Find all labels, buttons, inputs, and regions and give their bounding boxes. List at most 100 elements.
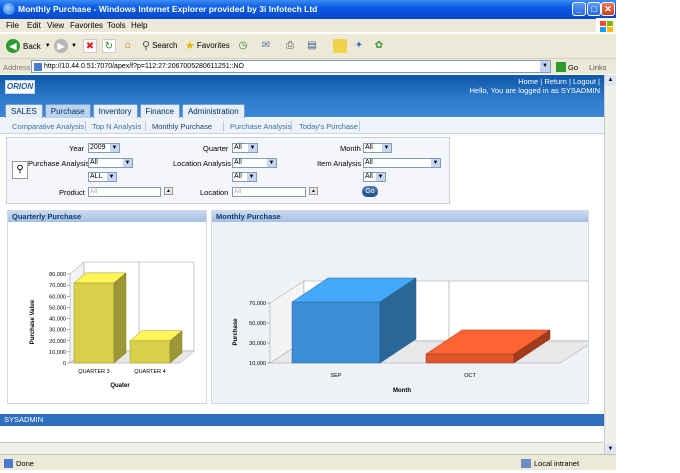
search-magnifier-icon[interactable]: ⚲ [12,161,28,179]
links-button[interactable]: Links [589,63,607,72]
window-title: Monthly Purchase - Windows Internet Expl… [18,4,318,14]
quarterly-ytick-label: 30,000 [49,328,66,334]
address-input[interactable]: http://10.44.0.51:7070/apex/f?p=112:27:2… [31,60,551,73]
tab-inventory[interactable]: Inventory [92,104,138,118]
tab-finance[interactable]: Finance [139,104,180,118]
monthly-bar-sep-front [291,301,381,364]
favorites-button[interactable]: ★ Favorites [185,39,230,52]
subtab-top-n-analysis[interactable]: Top N Analysis [92,122,141,131]
mail-icon[interactable]: ✉ [259,39,273,53]
quarterly-x-axis-label: Quater [110,383,130,389]
menu-favorites[interactable]: Favorites [70,21,103,30]
location-analysis-select[interactable]: All ▼ [232,158,277,168]
item-analysis-sub-select[interactable]: All ▼ [363,172,386,182]
quarterly-ytick-label: 20,000 [49,339,66,345]
quarterly-y-axis-label: Purchase Value [30,299,36,344]
forward-arrow-icon: ▶ [54,39,68,53]
quarterly-bar-1-front [73,282,115,364]
status-zone: Local intranet [521,459,579,468]
tab-sales[interactable]: SALES [5,104,43,118]
go-filter-button[interactable]: Go [362,186,378,197]
tab-purchase[interactable]: Purchase [44,104,91,118]
horizontal-scrollbar[interactable] [0,442,604,454]
return-link[interactable]: Return [544,77,567,86]
forward-button[interactable]: ▶ ▼ [54,39,77,53]
monthly-ytick-label: 70,000 [249,301,266,307]
purchase-analysis-sub-select[interactable]: ALL ▼ [88,172,117,182]
edit-icon[interactable]: ▤ [305,39,319,53]
product-lov-icon[interactable]: ▲ [164,187,173,195]
item-analysis-select[interactable]: All ▼ [363,158,441,168]
quarterly-category-label: QUARTER 4 [134,369,165,375]
subtab-todays-purchase[interactable]: Today's Purchase [299,122,358,131]
search-button[interactable]: ⚲ Search [142,39,177,52]
close-button[interactable]: ✕ [601,2,615,16]
print-icon[interactable]: ⎙ [283,39,297,53]
monthly-chart-area: 70,000 50,000 30,000 10,000 SEP OCT Month Purch… [212,222,595,403]
menu-help[interactable]: Help [131,21,147,30]
messenger-icon[interactable]: ✦ [352,39,366,53]
address-label: Address [3,63,31,72]
logout-link[interactable]: Logout [573,77,596,86]
home-icon[interactable]: ⌂ [121,39,135,53]
monthly-y-axis-label: Purchase [233,318,239,346]
home-link[interactable]: Home [518,77,538,86]
location-lov-icon[interactable]: ▲ [309,187,318,195]
minimize-button[interactable]: _ [572,2,586,16]
quarterly-ytick-label: 10,000 [49,350,66,356]
address-url: http://10.44.0.51:7070/apex/f?p=112:27:2… [44,63,244,70]
forward-dropdown-icon[interactable]: ▼ [71,43,77,49]
location-analysis-sub-select[interactable]: All ▼ [232,172,257,182]
purchase-analysis-select[interactable]: All ▼ [88,158,133,168]
go-button[interactable]: Go [556,62,578,72]
header-links: Home | Return | Logout | Hello, You are … [469,77,601,95]
back-label: Back [23,41,41,51]
subtab-monthly-purchase[interactable]: Monthly Purchase [152,122,212,131]
monthly-purchase-title: Monthly Purchase [212,211,588,222]
monthly-category-label: OCT [464,373,476,379]
research-icon[interactable]: ✿ [372,39,386,53]
vertical-scrollbar[interactable]: ▲ ▼ [604,75,616,455]
quarter-select[interactable]: All ▼ [232,143,258,153]
location-input[interactable]: All [232,187,306,197]
back-button[interactable]: ◀ Back ▼ [6,39,51,53]
app-header: ORION Home | Return | Logout | Hello, Yo… [0,75,604,118]
page-done-icon [4,459,13,468]
folder-icon[interactable] [333,39,347,53]
menu-view[interactable]: View [47,21,64,30]
address-dropdown-icon[interactable]: ▼ [540,61,550,72]
subtab-purchase-analysis[interactable]: Purchase Analysis [230,122,291,131]
quarter-label: Quarter [203,144,229,153]
menu-file[interactable]: File [6,21,19,30]
menu-tools[interactable]: Tools [107,21,126,30]
quarterly-ytick-label: 0 [63,361,66,367]
scroll-up-icon[interactable]: ▲ [605,75,616,86]
menu-edit[interactable]: Edit [27,21,41,30]
favorites-star-icon: ★ [185,40,195,52]
web-content: ORION Home | Return | Logout | Hello, Yo… [0,75,604,455]
go-arrow-icon [556,62,566,72]
purchase-analysis-label: Purchase Analysis [28,159,90,168]
quarterly-ytick-label: 70,000 [49,283,66,289]
month-select[interactable]: All ▼ [363,143,392,153]
maximize-button[interactable]: □ [587,2,601,16]
status-bar: Done Local intranet [0,454,616,470]
year-select[interactable]: 2009 ▼ [88,143,120,153]
refresh-icon[interactable]: ↻ [102,39,116,53]
monthly-bar-oct-front [425,353,515,364]
history-icon[interactable]: ◷ [236,39,250,53]
favorites-label: Favorites [196,41,230,50]
filter-panel: ⚲ Year 2009 ▼ Quarter All ▼ Month All ▼ Pur… [6,137,450,204]
back-dropdown-icon[interactable]: ▼ [45,43,51,49]
monthly-ytick-label: 30,000 [249,341,266,347]
login-greeting: Hello, You are logged in as SYSADMIN [469,86,601,95]
quarterly-category-label: QUARTER 3 [78,369,109,375]
status-done: Done [4,459,34,468]
monthly-category-label: SEP [330,373,341,379]
tab-administration[interactable]: Administration [181,104,245,118]
product-input[interactable]: All [88,187,161,197]
quarterly-ytick-label: 60,000 [49,294,66,300]
quarterly-ytick-label: 50,000 [49,305,66,311]
subtab-comparative-analysis[interactable]: Comparative Analysis [12,122,84,131]
stop-icon[interactable]: ✖ [83,39,97,53]
